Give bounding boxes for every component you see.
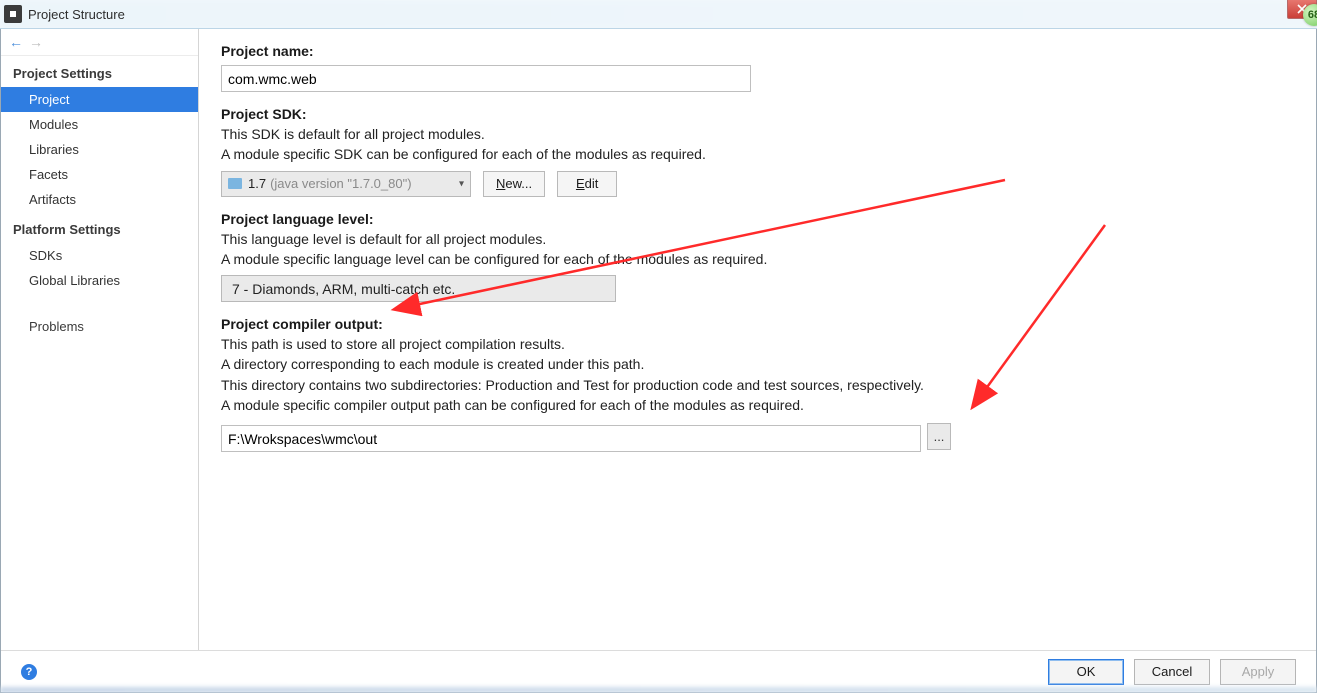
sidebar-item-modules[interactable]: Modules	[1, 112, 198, 137]
help-icon[interactable]: ?	[21, 664, 37, 680]
project-name-label: Project name:	[221, 43, 1294, 59]
sidebar-item-problems[interactable]: Problems	[1, 299, 198, 340]
out-desc-1: This path is used to store all project c…	[221, 334, 1294, 354]
dialog-footer: ? OK Cancel Apply	[1, 650, 1316, 692]
content-pane: Project name: Project SDK: This SDK is d…	[199, 29, 1316, 650]
bottom-strip	[0, 687, 1317, 693]
browse-button[interactable]: ...	[927, 423, 951, 450]
sidebar-item-sdks[interactable]: SDKs	[1, 243, 198, 268]
sidebar-item-artifacts[interactable]: Artifacts	[1, 187, 198, 212]
project-name-input[interactable]	[221, 65, 751, 92]
sdk-hint: (java version "1.7.0_80")	[270, 176, 411, 191]
new-sdk-button[interactable]: New...	[483, 171, 545, 197]
sidebar-item-project[interactable]: Project	[1, 87, 198, 112]
notification-badge[interactable]: 68	[1303, 4, 1317, 26]
sdk-desc-2: A module specific SDK can be configured …	[221, 144, 1294, 164]
forward-icon[interactable]: →	[29, 35, 43, 49]
lang-desc-1: This language level is default for all p…	[221, 229, 1294, 249]
folder-icon	[228, 178, 242, 189]
sidebar-item-global-libraries[interactable]: Global Libraries	[1, 268, 198, 293]
chevron-down-icon: ▾	[459, 178, 464, 189]
edit-sdk-button[interactable]: Edit	[557, 171, 617, 197]
sidebar-item-facets[interactable]: Facets	[1, 162, 198, 187]
section-project-settings: Project Settings	[1, 56, 198, 87]
lang-desc-2: A module specific language level can be …	[221, 249, 1294, 269]
ok-button[interactable]: OK	[1048, 659, 1124, 685]
sidebar-item-libraries[interactable]: Libraries	[1, 137, 198, 162]
sidebar: ← → Project Settings Project Modules Lib…	[1, 29, 199, 650]
compiler-output-input[interactable]	[221, 425, 921, 452]
project-sdk-label: Project SDK:	[221, 106, 1294, 122]
compiler-output-label: Project compiler output:	[221, 316, 1294, 332]
sdk-version: 1.7	[248, 176, 266, 191]
section-platform-settings: Platform Settings	[1, 212, 198, 243]
out-desc-4: A module specific compiler output path c…	[221, 395, 1294, 415]
out-desc-3: This directory contains two subdirectori…	[221, 375, 1294, 395]
language-level-label: Project language level:	[221, 211, 1294, 227]
window-title: Project Structure	[28, 7, 125, 22]
dialog-body: ← → Project Settings Project Modules Lib…	[0, 29, 1317, 693]
language-level-dropdown[interactable]: 7 - Diamonds, ARM, multi-catch etc.	[221, 275, 616, 302]
sdk-dropdown[interactable]: 1.7 (java version "1.7.0_80") ▾	[221, 171, 471, 197]
sdk-desc-1: This SDK is default for all project modu…	[221, 124, 1294, 144]
out-desc-2: A directory corresponding to each module…	[221, 354, 1294, 374]
apply-button[interactable]: Apply	[1220, 659, 1296, 685]
back-icon[interactable]: ←	[9, 35, 23, 49]
main-area: ← → Project Settings Project Modules Lib…	[1, 29, 1316, 650]
nav-arrows: ← →	[1, 29, 198, 56]
cancel-button[interactable]: Cancel	[1134, 659, 1210, 685]
app-icon	[4, 5, 22, 23]
title-bar: Project Structure 68	[0, 0, 1317, 29]
